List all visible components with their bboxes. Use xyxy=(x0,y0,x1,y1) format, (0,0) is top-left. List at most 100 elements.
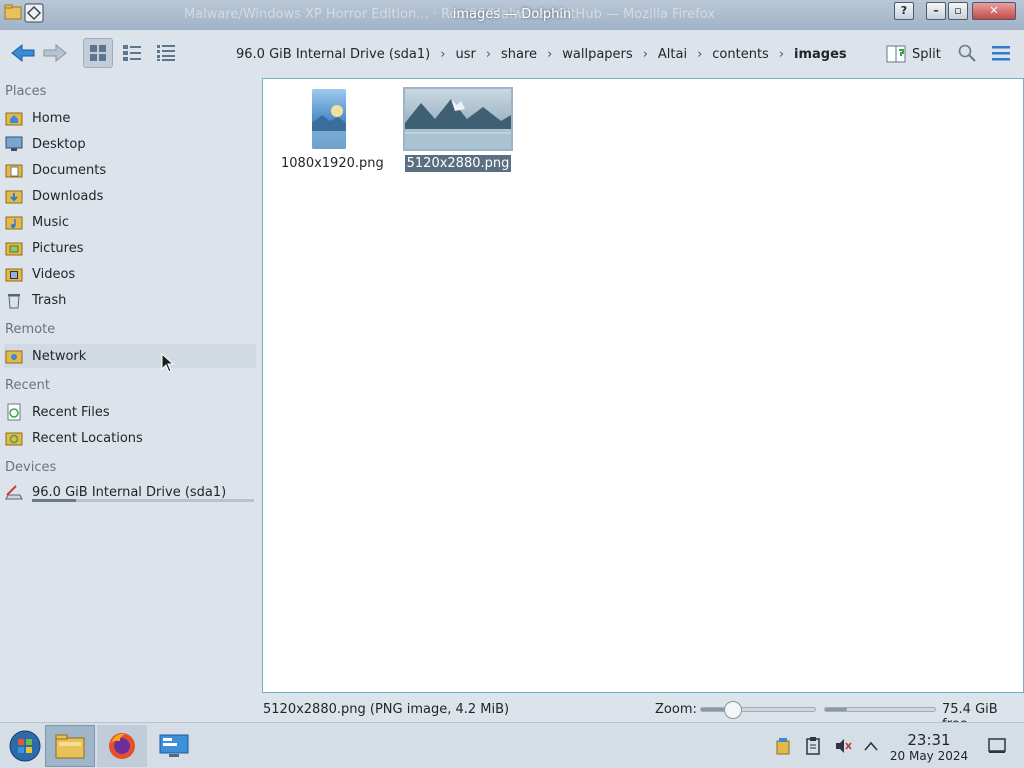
breadcrumb-altai[interactable]: Altai xyxy=(652,47,693,62)
sidebar-item-music[interactable]: Music xyxy=(4,210,256,234)
videos-folder-icon xyxy=(4,264,24,284)
sidebar-item-label: Recent Files xyxy=(32,404,110,420)
zoom-slider[interactable] xyxy=(700,701,816,719)
status-bar: 5120x2880.png (PNG image, 4.2 MiB) Zoom:… xyxy=(262,696,1024,732)
free-space-bar[interactable] xyxy=(824,707,936,712)
split-view-icon xyxy=(886,45,906,63)
mouse-cursor-icon xyxy=(161,352,175,377)
maximize-button[interactable]: ▫ xyxy=(948,2,968,20)
search-button[interactable] xyxy=(952,38,982,68)
hamburger-menu-button[interactable] xyxy=(986,38,1016,68)
file-thumbnail xyxy=(312,89,346,149)
breadcrumb-wallpapers[interactable]: wallpapers xyxy=(556,47,638,62)
drive-capacity-bar xyxy=(32,499,254,502)
sidebar-item-videos[interactable]: Videos xyxy=(4,262,256,286)
music-folder-icon xyxy=(4,212,24,232)
toolbar: 96.0 GiB Internal Drive (sda1) › usr › s… xyxy=(0,30,1024,78)
sidebar-item-label: Music xyxy=(32,214,69,230)
forward-button[interactable] xyxy=(40,38,70,68)
file-item[interactable]: 1080x1920.png xyxy=(279,89,384,172)
taskbar: 23:31 20 May 2024 xyxy=(0,722,1024,768)
breadcrumb-usr[interactable]: usr xyxy=(449,47,481,62)
breadcrumb-contents[interactable]: contents xyxy=(706,47,775,62)
file-view[interactable]: 1080x1920.png 5120x2880.png xyxy=(262,78,1024,693)
chevron-right-icon: › xyxy=(547,46,553,62)
tray-clipboard-icon[interactable] xyxy=(804,737,822,755)
clock[interactable]: 23:31 20 May 2024 xyxy=(886,731,972,763)
status-message: 5120x2880.png (PNG image, 4.2 MiB) xyxy=(263,702,510,717)
file-name: 5120x2880.png xyxy=(404,155,512,172)
breadcrumb-images[interactable]: images xyxy=(788,47,853,62)
start-menu-icon xyxy=(9,730,41,762)
home-folder-icon xyxy=(4,108,24,128)
places-panel: Places Home Desktop Documents Downloads … xyxy=(0,78,260,694)
show-desktop-icon[interactable] xyxy=(988,737,1006,755)
start-menu-button[interactable] xyxy=(0,725,50,767)
chevron-right-icon: › xyxy=(778,46,785,62)
system-settings-icon xyxy=(159,734,189,757)
sidebar-item-recent-locations[interactable]: Recent Locations xyxy=(4,426,256,450)
recent-locations-icon xyxy=(4,428,24,448)
icons-view-icon xyxy=(90,45,106,61)
split-label: Split xyxy=(912,46,941,62)
breadcrumb: 96.0 GiB Internal Drive (sda1) › usr › s… xyxy=(230,44,853,64)
file-item-selected[interactable]: 5120x2880.png xyxy=(403,87,513,172)
sidebar-item-home[interactable]: Home xyxy=(4,106,256,130)
sidebar-item-label: Network xyxy=(32,348,87,364)
sidebar-item-trash[interactable]: Trash xyxy=(4,288,256,312)
window-title: images — Dolphin xyxy=(452,7,572,22)
compact-view-button[interactable] xyxy=(117,38,147,68)
sidebar-item-downloads[interactable]: Downloads xyxy=(4,184,256,208)
zoom-label: Zoom: xyxy=(655,702,697,717)
file-manager-icon xyxy=(55,734,85,759)
chevron-right-icon: › xyxy=(697,46,703,62)
remote-header: Remote xyxy=(5,322,56,337)
tray-updates-icon[interactable] xyxy=(774,737,792,755)
taskbar-system-settings[interactable] xyxy=(149,725,199,767)
sidebar-item-label: Documents xyxy=(32,162,107,178)
sidebar-item-recent-files[interactable]: Recent Files xyxy=(4,400,256,424)
drive-capacity-fill xyxy=(32,499,77,502)
compact-view-icon xyxy=(123,45,141,61)
icons-view-button[interactable] xyxy=(83,38,113,68)
title-bar[interactable]: Malware/Windows XP Horror Edition... · R… xyxy=(0,0,1024,30)
minimize-button[interactable]: – xyxy=(926,2,946,20)
sidebar-item-label: Home xyxy=(32,110,71,126)
sidebar-item-label: 96.0 GiB Internal Drive (sda1) xyxy=(32,484,227,500)
close-button[interactable]: ✕ xyxy=(972,2,1016,20)
free-space-fill xyxy=(825,708,847,711)
clock-date: 20 May 2024 xyxy=(889,749,969,763)
pictures-folder-icon xyxy=(4,238,24,258)
split-button[interactable]: Split xyxy=(886,42,941,66)
sidebar-item-label: Trash xyxy=(32,292,67,308)
sidebar-item-pictures[interactable]: Pictures xyxy=(4,236,256,260)
help-button[interactable]: ? xyxy=(894,2,914,20)
sidebar-item-network[interactable]: Network xyxy=(4,344,256,368)
sidebar-item-desktop[interactable]: Desktop xyxy=(4,132,256,156)
chevron-right-icon: › xyxy=(485,46,492,62)
details-view-button[interactable] xyxy=(151,38,181,68)
back-button[interactable] xyxy=(8,38,38,68)
details-view-icon xyxy=(157,45,175,61)
drive-icon xyxy=(4,482,24,502)
sidebar-item-label: Downloads xyxy=(32,188,104,204)
devices-header: Devices xyxy=(5,460,57,475)
desktop-icon xyxy=(4,134,24,154)
network-folder-icon xyxy=(4,346,24,366)
sidebar-item-label: Videos xyxy=(32,266,76,282)
sidebar-item-documents[interactable]: Documents xyxy=(4,158,256,182)
search-icon xyxy=(958,44,976,62)
breadcrumb-share[interactable]: share xyxy=(495,47,543,62)
breadcrumb-drive[interactable]: 96.0 GiB Internal Drive (sda1) xyxy=(230,47,436,62)
tray-expand-chevron-icon[interactable] xyxy=(862,737,880,755)
sidebar-item-label: Pictures xyxy=(32,240,84,256)
forward-arrow-icon xyxy=(43,43,67,63)
clock-time: 23:31 xyxy=(907,731,951,749)
sidebar-item-label: Recent Locations xyxy=(32,430,143,446)
zoom-slider-handle[interactable] xyxy=(723,701,742,719)
tray-volume-muted-icon[interactable] xyxy=(834,737,852,755)
taskbar-file-manager[interactable] xyxy=(45,725,95,767)
taskbar-firefox[interactable] xyxy=(97,725,147,767)
chevron-right-icon: › xyxy=(642,46,648,62)
chevron-right-icon: › xyxy=(440,46,446,62)
